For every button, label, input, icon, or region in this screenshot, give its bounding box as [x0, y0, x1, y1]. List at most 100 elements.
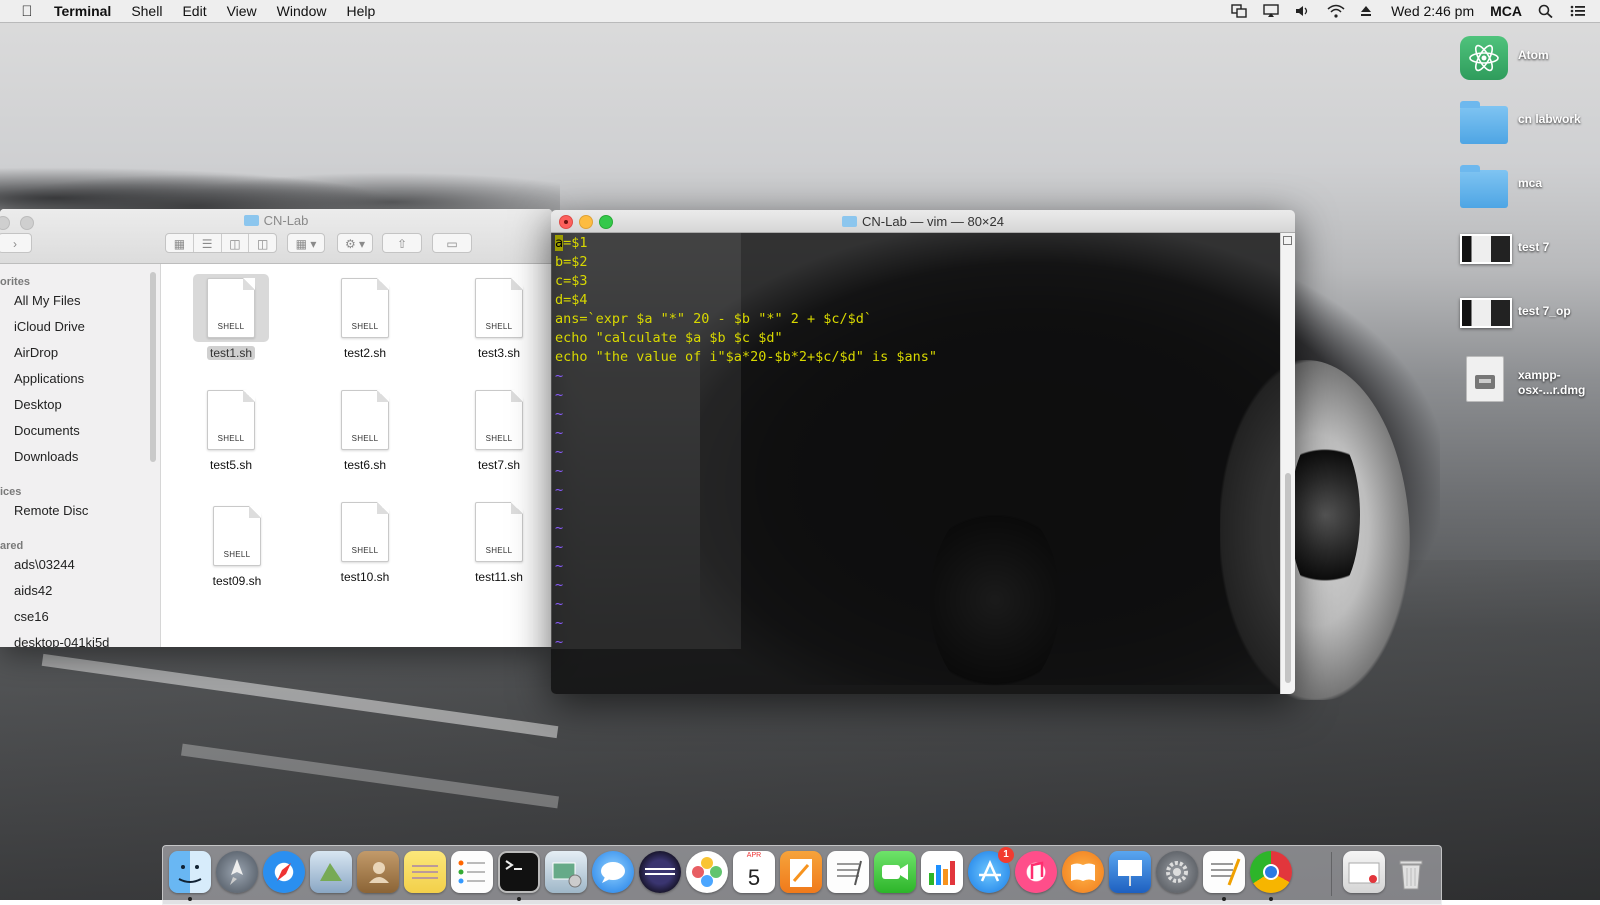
- wifi-icon[interactable]: [1327, 4, 1345, 18]
- code-line: d=$4: [555, 292, 588, 308]
- dock-keynote-icon[interactable]: [1109, 851, 1151, 893]
- dock-photos-icon[interactable]: [686, 851, 728, 893]
- file-item[interactable]: SHELL test7.sh: [444, 390, 552, 472]
- sidebar-item-documents[interactable]: Documents: [14, 423, 80, 438]
- dock-itunes-icon[interactable]: [1015, 851, 1057, 893]
- sidebar-scrollbar[interactable]: [150, 272, 156, 462]
- sidebar-item-icloud-drive[interactable]: iCloud Drive: [14, 319, 85, 334]
- dock-app-store-icon[interactable]: 1: [968, 847, 1014, 893]
- dock-messages-icon[interactable]: [592, 851, 634, 893]
- notification-center-icon[interactable]: [1570, 4, 1586, 18]
- dock-trash-icon[interactable]: [1390, 851, 1432, 893]
- menu-view[interactable]: View: [227, 3, 257, 19]
- dock-numbers-icon[interactable]: [921, 851, 963, 893]
- wallpaper-wheel: [1290, 430, 1360, 600]
- dock-system-preferences-icon[interactable]: [1156, 851, 1198, 893]
- empty-line-tilde: ~: [555, 558, 564, 574]
- sidebar-item-shared[interactable]: ads\03244: [14, 557, 75, 572]
- sidebar-item-downloads[interactable]: Downloads: [14, 449, 78, 464]
- menu-help[interactable]: Help: [346, 3, 375, 19]
- sidebar-item-shared[interactable]: cse16: [14, 609, 49, 624]
- dock-eclipse-icon[interactable]: [639, 851, 681, 893]
- dock-calendar-icon[interactable]: APR 5: [733, 851, 775, 893]
- sidebar-item-remote-disc[interactable]: Remote Disc: [14, 503, 88, 518]
- file-name: test09.sh: [212, 574, 262, 588]
- terminal-window: CN-Lab — vim — 80×24 a=$1 b=$2 c=$3 d=$4…: [551, 210, 1295, 694]
- shell-script-icon: SHELL: [341, 390, 389, 450]
- icon-view-icon[interactable]: ▦: [166, 234, 194, 252]
- spotlight-search-icon[interactable]: [1538, 4, 1554, 19]
- volume-icon[interactable]: [1295, 4, 1311, 18]
- dock-preview-icon[interactable]: [310, 851, 352, 893]
- dock-finder-icon[interactable]: [169, 851, 211, 893]
- sidebar-item-shared[interactable]: desktop-041ki5d: [14, 635, 109, 647]
- desktop-icon-atom[interactable]: Atom: [1460, 36, 1600, 92]
- sidebar-item-desktop[interactable]: Desktop: [14, 397, 62, 412]
- file-item[interactable]: SHELL test6.sh: [310, 390, 420, 472]
- desktop-icon-label: xampp-osx-...r.dmg: [1518, 368, 1586, 397]
- file-item[interactable]: SHELL test1.sh: [176, 274, 286, 360]
- menubar-clock[interactable]: Wed 2:46 pm: [1391, 3, 1474, 19]
- dock-facetime-icon[interactable]: [874, 851, 916, 893]
- share-button[interactable]: ⇧: [382, 233, 422, 253]
- dock: APR 5 1: [162, 845, 1442, 905]
- tags-button[interactable]: ▭: [432, 233, 472, 253]
- code-line: echo "calculate $a $b $c $d": [555, 330, 783, 346]
- dock-notes-icon[interactable]: [404, 851, 446, 893]
- scrollbar-thumb[interactable]: [1285, 473, 1291, 683]
- menu-edit[interactable]: Edit: [182, 3, 206, 19]
- dock-chrome-icon[interactable]: [1250, 851, 1292, 893]
- dock-reminders-icon[interactable]: [451, 851, 493, 893]
- dock-terminal-icon[interactable]: [498, 851, 540, 893]
- desktop-icon-xampp-dmg[interactable]: xampp-osx-...r.dmg: [1460, 356, 1600, 412]
- dock-textedit-icon[interactable]: [1203, 851, 1245, 893]
- forward-button[interactable]: ›: [0, 233, 32, 253]
- desktop-icon-cn-labwork[interactable]: cn labwork: [1460, 100, 1600, 156]
- dock-textedit-icon[interactable]: [827, 851, 869, 893]
- file-item[interactable]: SHELL test11.sh: [444, 502, 552, 584]
- desktop-icon-test7-op[interactable]: test 7_op: [1460, 292, 1600, 348]
- sidebar-item-all-my-files[interactable]: All My Files: [14, 293, 80, 308]
- dock-ibooks-icon[interactable]: [1062, 851, 1104, 893]
- dock-pages-icon[interactable]: [780, 851, 822, 893]
- calendar-month: APR: [746, 852, 762, 859]
- file-item[interactable]: SHELL test2.sh: [310, 278, 420, 360]
- desktop-icon-mca[interactable]: mca: [1460, 164, 1600, 220]
- split-pane-icon[interactable]: [1283, 236, 1292, 245]
- sidebar-item-airdrop[interactable]: AirDrop: [14, 345, 58, 360]
- coverflow-view-icon[interactable]: ◫: [249, 234, 276, 252]
- arrange-button[interactable]: ▦ ▾: [287, 233, 325, 253]
- eject-icon[interactable]: [1359, 4, 1375, 18]
- file-item[interactable]: SHELL test5.sh: [176, 390, 286, 472]
- menu-shell[interactable]: Shell: [131, 3, 162, 19]
- desktop-icon-test7[interactable]: test 7: [1460, 228, 1600, 284]
- terminal-scrollbar[interactable]: [1280, 233, 1295, 694]
- action-gear-button[interactable]: ⚙ ▾: [337, 233, 373, 253]
- sidebar-item-shared[interactable]: aids42: [14, 583, 52, 598]
- terminal-screen[interactable]: a=$1 b=$2 c=$3 d=$4 ans=`expr $a "*" 20 …: [551, 233, 1281, 694]
- view-mode-segmented[interactable]: ▦ ☰ ◫ ◫: [165, 233, 277, 253]
- empty-line-tilde: ~: [555, 539, 564, 555]
- menubar-user[interactable]: MCA: [1490, 3, 1522, 19]
- dock-image-capture-icon[interactable]: [545, 851, 587, 893]
- app-store-badge: 1: [998, 847, 1014, 863]
- menu-bar:  Terminal Shell Edit View Window Help W…: [0, 0, 1600, 22]
- file-item[interactable]: SHELL test10.sh: [310, 502, 420, 584]
- airplay-icon[interactable]: [1263, 4, 1279, 18]
- dock-launchpad-icon[interactable]: [216, 851, 258, 893]
- app-menu[interactable]: Terminal: [54, 3, 111, 19]
- file-item[interactable]: SHELL test09.sh: [182, 506, 292, 588]
- list-view-icon[interactable]: ☰: [194, 234, 222, 252]
- sidebar-item-applications[interactable]: Applications: [14, 371, 84, 386]
- display-mirroring-icon[interactable]: [1231, 4, 1247, 18]
- menu-window[interactable]: Window: [277, 3, 327, 19]
- code-line: c=$3: [555, 273, 588, 289]
- column-view-icon[interactable]: ◫: [222, 234, 250, 252]
- code-line: b=$2: [555, 254, 588, 270]
- dock-downloads-stack-icon[interactable]: [1343, 851, 1385, 893]
- atom-app-icon: [1460, 36, 1508, 80]
- dock-contacts-icon[interactable]: [357, 851, 399, 893]
- apple-menu-icon[interactable]: : [18, 3, 36, 20]
- dock-safari-icon[interactable]: [263, 851, 305, 893]
- file-item[interactable]: SHELL test3.sh: [444, 278, 552, 360]
